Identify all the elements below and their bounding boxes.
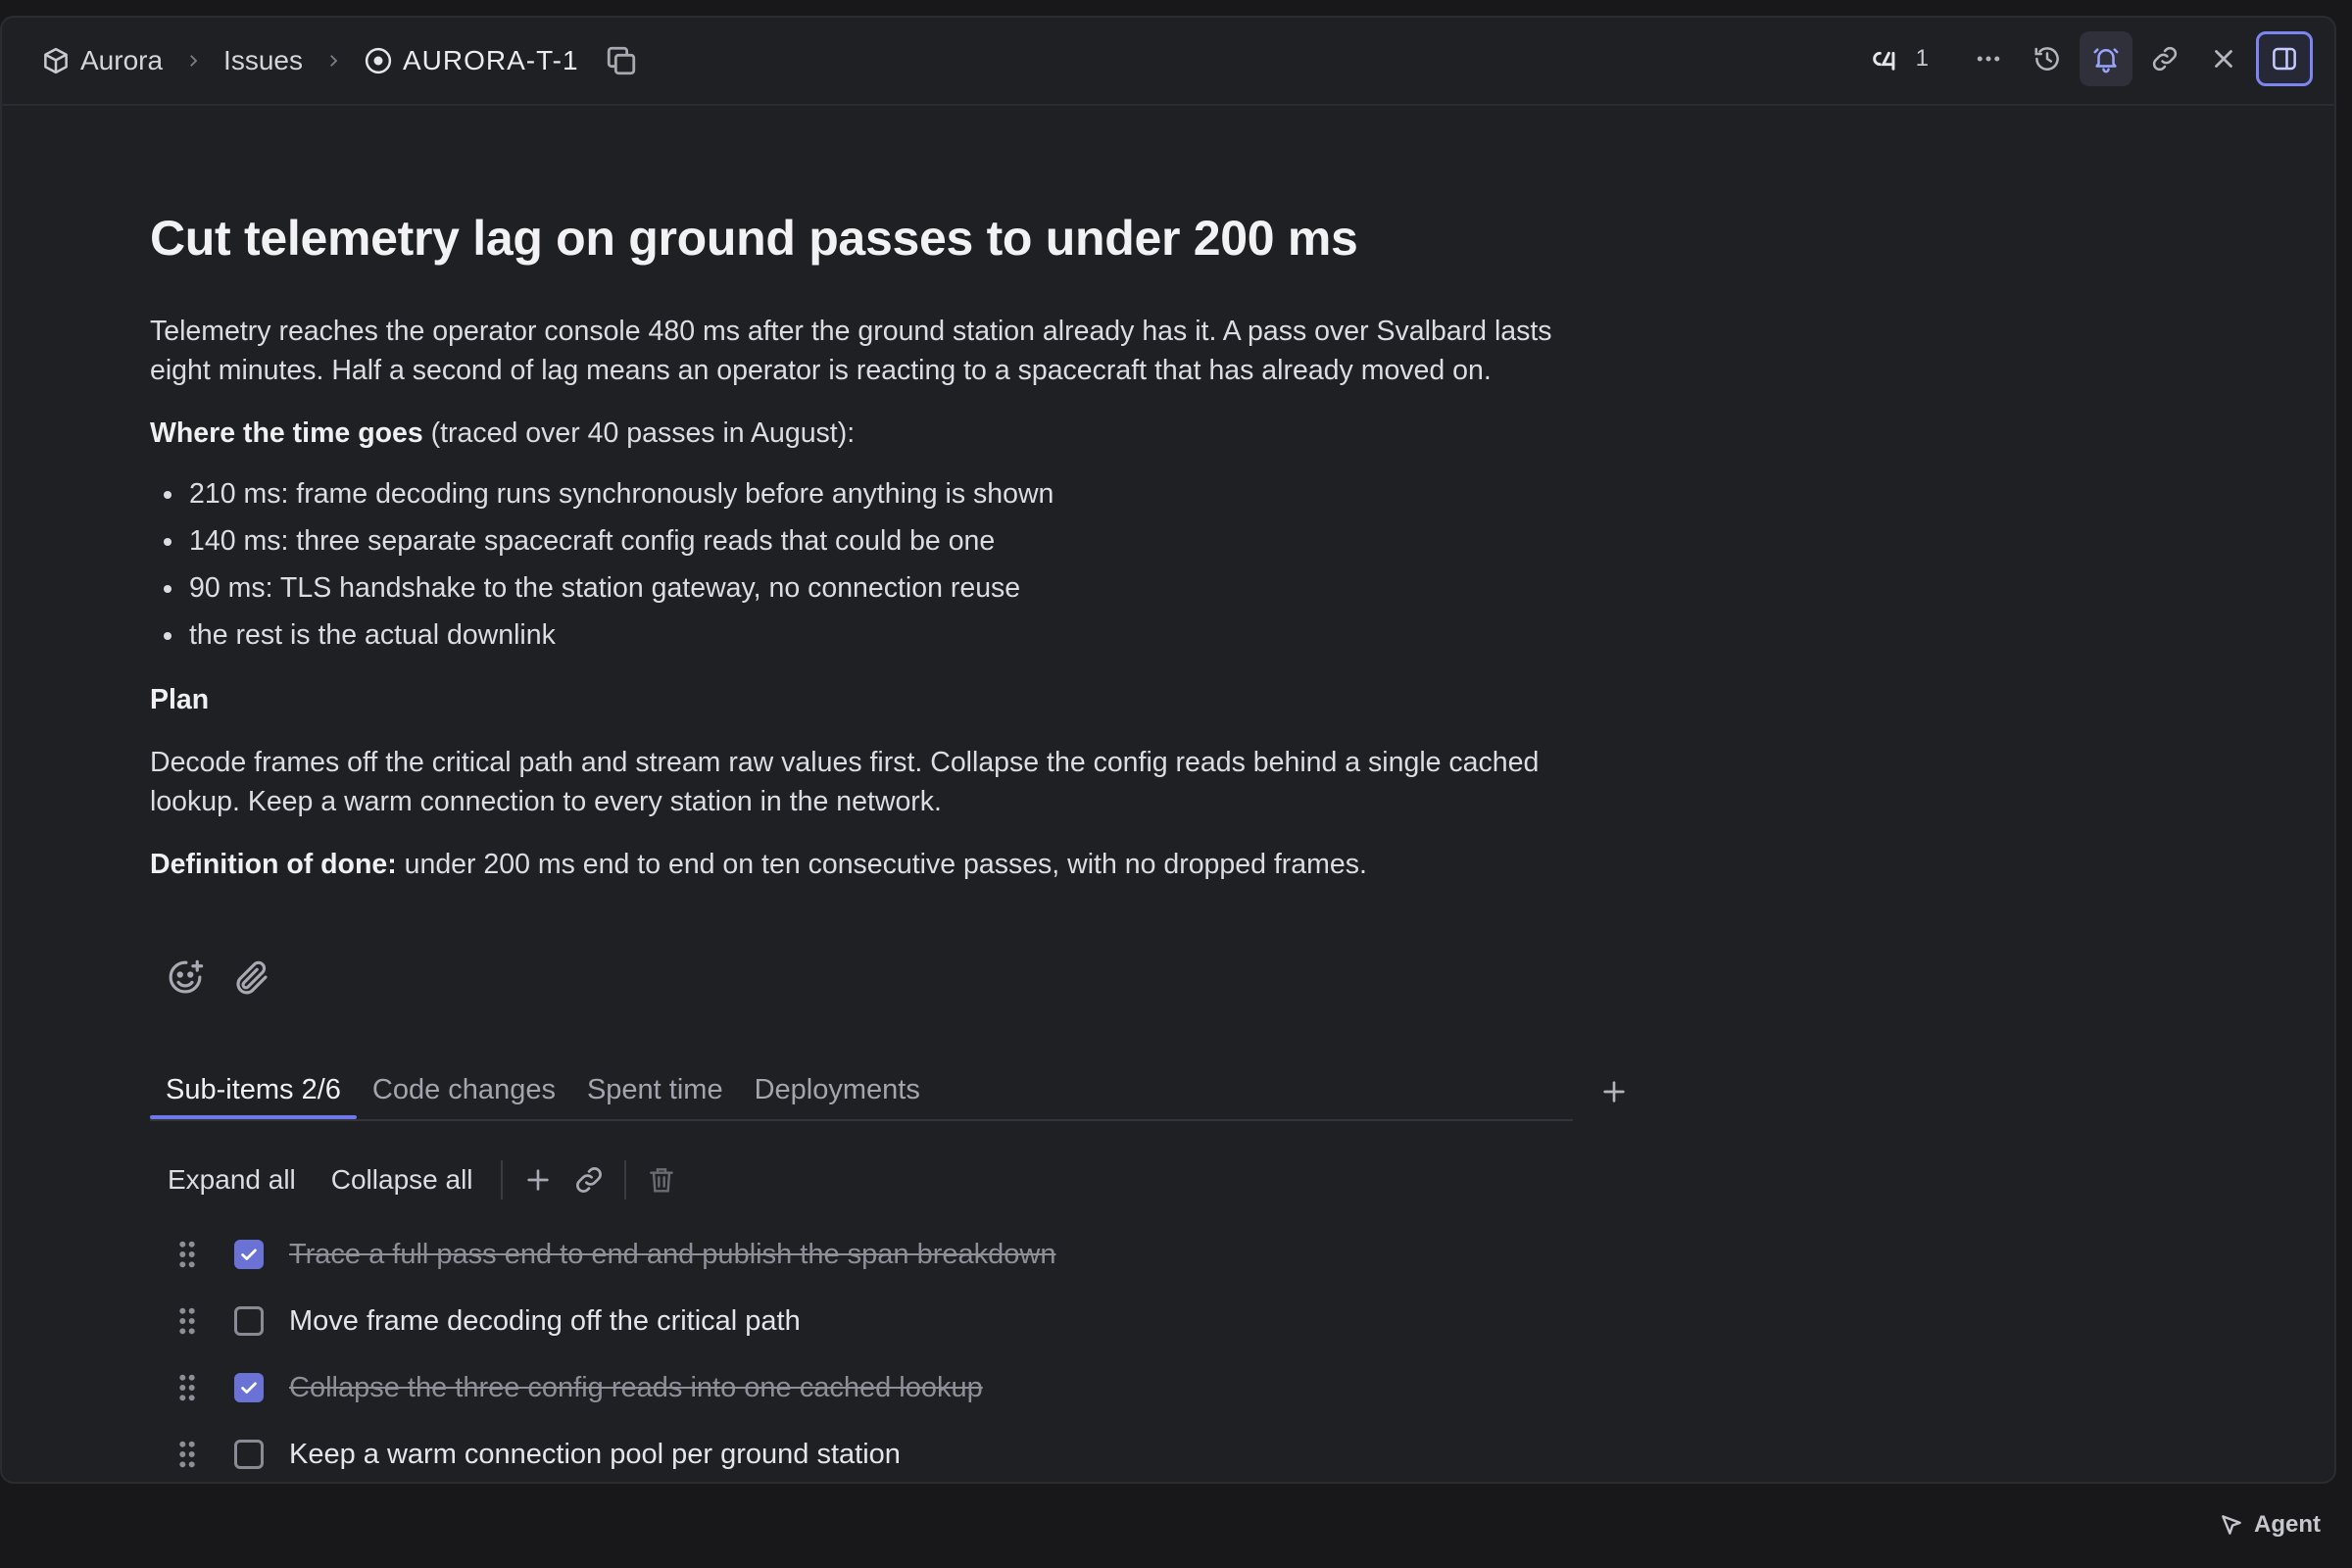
intro-line-1: Telemetry reaches the operator console 4… xyxy=(150,316,1552,347)
description-intro: Telemetry reaches the operator console 4… xyxy=(150,312,1552,390)
cursor-arrow-icon xyxy=(2222,1515,2241,1535)
drag-handle-icon[interactable] xyxy=(177,1306,197,1336)
add-sub-item-button[interactable] xyxy=(518,1160,558,1200)
sub-item-label[interactable]: Collapse the three config reads into one… xyxy=(289,1372,983,1404)
breadcrumb-section[interactable]: Issues xyxy=(223,45,303,76)
chevron-right-icon xyxy=(184,52,202,70)
delete-sub-item-button[interactable] xyxy=(642,1160,681,1200)
toolbar-divider xyxy=(500,1160,503,1200)
sub-item-checkbox[interactable] xyxy=(234,1373,264,1402)
cube-icon xyxy=(41,46,71,75)
list-item: Collapse the three config reads into one… xyxy=(177,1354,1055,1421)
where-time-goes-paragraph: Where the time goes (traced over 40 pass… xyxy=(150,414,855,453)
drag-handle-icon[interactable] xyxy=(177,1240,197,1269)
done-label: Definition of done: xyxy=(150,849,397,880)
more-options-button[interactable] xyxy=(1962,31,2015,86)
list-item: Move frame decoding off the critical pat… xyxy=(177,1288,1055,1354)
plan-paragraph: Decode frames off the critical path and … xyxy=(150,743,1539,821)
where-heading: Where the time goes xyxy=(150,417,423,449)
history-icon xyxy=(2034,47,2059,71)
issue-tabs: Sub-items 2/6 Code changes Spent time De… xyxy=(150,1051,1573,1121)
paperclip-icon xyxy=(236,960,268,995)
plus-icon xyxy=(526,1169,549,1191)
tab-sub-items[interactable]: Sub-items 2/6 xyxy=(150,1051,357,1119)
attach-file-button[interactable] xyxy=(228,955,275,1002)
link-icon xyxy=(2152,46,2178,72)
sub-item-checkbox[interactable] xyxy=(234,1306,264,1336)
sub-items-toolbar: Expand all Collapse all xyxy=(150,1158,687,1201)
expand-all-button[interactable]: Expand all xyxy=(150,1164,314,1196)
agent-button[interactable]: Agent xyxy=(2219,1511,2321,1539)
sub-item-checkbox[interactable] xyxy=(234,1440,264,1469)
drag-handle-icon[interactable] xyxy=(177,1373,197,1402)
breadcrumb: Aurora Issues AURORA-T-1 xyxy=(41,44,638,77)
header-actions: 1 xyxy=(1869,31,2313,86)
check-icon xyxy=(241,1249,257,1260)
list-item: 90 ms: TLS handshake to the station gate… xyxy=(150,568,1054,615)
link-icon xyxy=(575,1167,602,1193)
sidebar-panel-icon xyxy=(2273,47,2296,71)
add-tab-button[interactable] xyxy=(1594,1072,1634,1111)
relations-button[interactable]: 1 xyxy=(1869,45,1929,73)
issue-title[interactable]: Cut telemetry lag on ground passes to un… xyxy=(150,210,1358,267)
bell-icon xyxy=(2093,48,2119,74)
breadcrumb-project[interactable]: Aurora xyxy=(41,45,163,76)
plan-heading: Plan xyxy=(150,684,210,715)
trash-icon xyxy=(649,1168,673,1193)
list-item: 140 ms: three separate spacecraft config… xyxy=(150,521,1054,568)
breadcrumb-issue-id: AURORA-T-1 xyxy=(402,45,579,75)
time-breakdown-list: 210 ms: frame decoding runs synchronousl… xyxy=(150,474,1054,662)
plus-icon xyxy=(1603,1081,1625,1102)
breadcrumb-issue[interactable]: AURORA-T-1 xyxy=(364,45,579,76)
sub-item-label[interactable]: Trace a full pass end to end and publish… xyxy=(289,1239,1055,1271)
where-note: (traced over 40 passes in August): xyxy=(422,417,856,449)
more-horizontal-icon xyxy=(1977,56,2000,62)
tab-deployments[interactable]: Deployments xyxy=(739,1051,936,1117)
copy-icon[interactable] xyxy=(605,44,638,77)
notifications-button[interactable] xyxy=(2080,31,2132,86)
breadcrumb-section-label: Issues xyxy=(223,45,303,75)
intro-line-2: eight minutes. Half a second of lag mean… xyxy=(150,355,1492,386)
list-item: the rest is the actual downlink xyxy=(150,615,1054,662)
breadcrumb-project-label: Aurora xyxy=(80,45,164,75)
issue-panel: Aurora Issues AURORA-T-1 1 Cut telemetry… xyxy=(0,16,2336,1484)
relations-count: 1 xyxy=(1915,45,1929,72)
description-tools xyxy=(162,955,295,1002)
list-item: Keep a warm connection pool per ground s… xyxy=(177,1421,1055,1482)
add-reaction-button[interactable] xyxy=(162,955,209,1002)
plan-line-2: lookup. Keep a warm connection to every … xyxy=(150,786,942,817)
sub-item-label[interactable]: Move frame decoding off the critical pat… xyxy=(289,1305,801,1338)
toolbar-divider xyxy=(623,1160,626,1200)
agent-label: Agent xyxy=(2254,1511,2321,1538)
sub-item-checkbox[interactable] xyxy=(234,1240,264,1269)
relations-icon xyxy=(1872,51,1895,71)
chevron-right-icon xyxy=(324,52,342,70)
toggle-sidebar-button[interactable] xyxy=(2256,31,2313,86)
list-item: 210 ms: frame decoding runs synchronousl… xyxy=(150,474,1054,521)
list-item: Trace a full pass end to end and publish… xyxy=(177,1221,1055,1288)
issue-status-icon xyxy=(364,46,393,75)
issue-topbar: Aurora Issues AURORA-T-1 1 xyxy=(2,18,2334,106)
tab-spent-time[interactable]: Spent time xyxy=(571,1051,739,1117)
sub-items-list: Trace a full pass end to end and publish… xyxy=(177,1221,1055,1482)
tab-code-changes[interactable]: Code changes xyxy=(357,1051,571,1117)
emoji-add-icon xyxy=(169,959,204,994)
history-button[interactable] xyxy=(2021,31,2074,86)
link-sub-item-button[interactable] xyxy=(569,1160,609,1200)
sub-item-label[interactable]: Keep a warm connection pool per ground s… xyxy=(289,1439,901,1471)
collapse-all-button[interactable]: Collapse all xyxy=(314,1164,491,1196)
close-icon xyxy=(2215,50,2232,68)
close-button[interactable] xyxy=(2197,31,2250,86)
check-icon xyxy=(241,1382,257,1394)
done-text: under 200 ms end to end on ten consecuti… xyxy=(396,849,1367,880)
drag-handle-icon[interactable] xyxy=(177,1440,197,1469)
copy-link-button[interactable] xyxy=(2138,31,2191,86)
plan-line-1: Decode frames off the critical path and … xyxy=(150,747,1540,778)
definition-of-done: Definition of done: under 200 ms end to … xyxy=(150,845,1367,884)
